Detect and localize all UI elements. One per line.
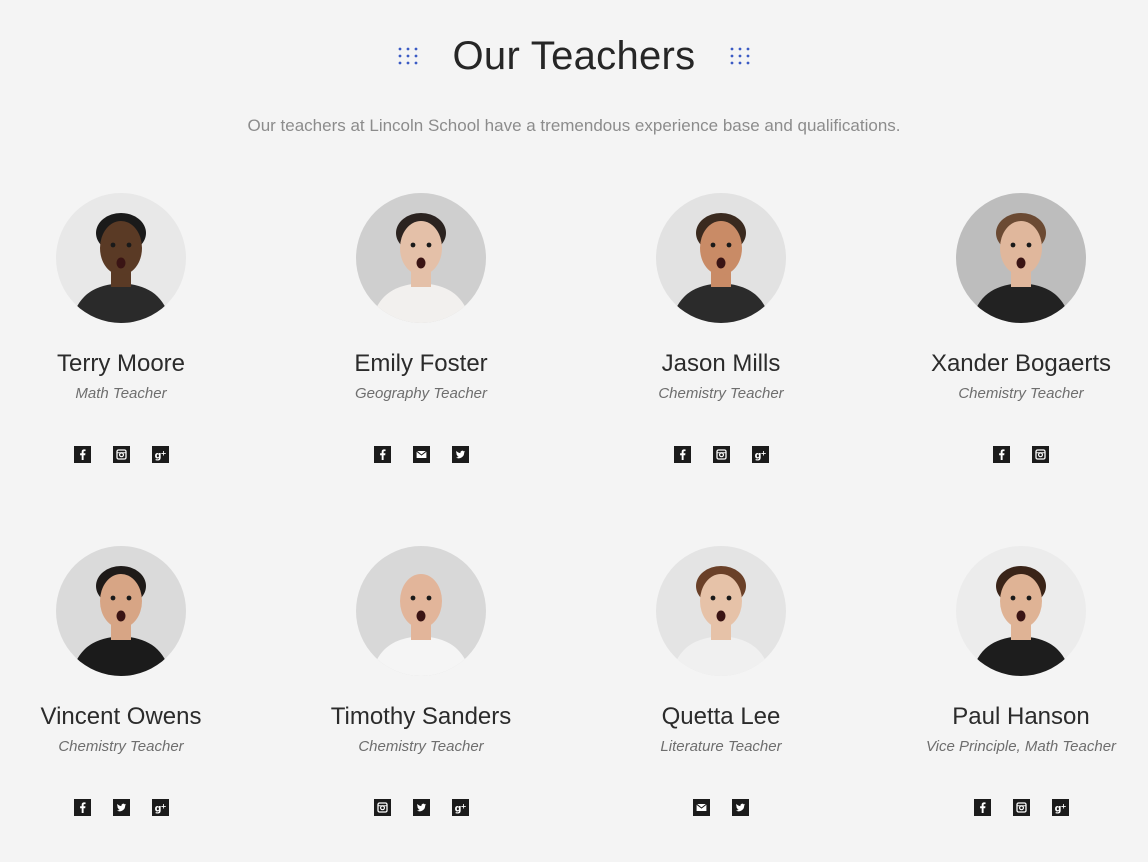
instagram-icon[interactable] (373, 799, 391, 816)
twitter-icon[interactable] (112, 799, 130, 816)
social-links: g + (571, 446, 871, 463)
teacher-role: Vice Principle, Math Teacher (925, 738, 1117, 755)
teacher-photo (656, 546, 786, 676)
teacher-name: Quetta Lee (661, 703, 781, 730)
teacher-role: Chemistry Teacher (58, 738, 184, 755)
teacher-photo (356, 193, 486, 323)
facebook-icon[interactable] (373, 446, 391, 463)
google-plus-icon[interactable]: g + (1051, 799, 1069, 816)
google-plus-icon[interactable]: g + (751, 446, 769, 463)
teacher-role: Chemistry Teacher (658, 385, 784, 402)
google-plus-icon[interactable]: g + (451, 799, 469, 816)
teacher-name: Emily Foster (354, 350, 488, 377)
teacher-card: Emily Foster Geography Teacher (271, 193, 571, 463)
instagram-icon[interactable] (1032, 446, 1049, 463)
facebook-icon[interactable] (993, 446, 1010, 463)
teacher-name: Jason Mills (661, 350, 781, 377)
svg-text:+: + (160, 803, 166, 811)
svg-text:+: + (460, 803, 466, 811)
teacher-card: Timothy Sanders Chemistry Teacher g + (271, 546, 571, 816)
teacher-card: Terry Moore Math Teacher g + (0, 193, 271, 463)
social-links (271, 446, 571, 463)
teacher-photo (356, 546, 486, 676)
social-links: g + (871, 799, 1148, 816)
social-links: g + (271, 799, 571, 816)
teacher-card: Jason Mills Chemistry Teacher g + (571, 193, 871, 463)
svg-text:+: + (760, 450, 766, 458)
teacher-name: Terry Moore (56, 350, 186, 377)
google-plus-icon[interactable]: g + (151, 446, 169, 463)
instagram-icon[interactable] (112, 446, 130, 463)
teachers-grid: Terry Moore Math Teacher g + Emily Foster Geo… (0, 0, 1148, 862)
facebook-icon[interactable] (673, 446, 691, 463)
teacher-role: Literature Teacher (660, 738, 782, 755)
teacher-role: Geography Teacher (354, 385, 488, 402)
twitter-icon[interactable] (732, 799, 749, 816)
facebook-icon[interactable] (973, 799, 991, 816)
teacher-card: Vincent Owens Chemistry Teacher g + (0, 546, 271, 816)
instagram-icon[interactable] (1012, 799, 1030, 816)
social-links: g + (0, 799, 271, 816)
svg-text:+: + (1060, 803, 1066, 811)
teacher-card: Quetta Lee Literature Teacher (571, 546, 871, 816)
teacher-role: Math Teacher (75, 385, 167, 402)
social-links: g + (0, 446, 271, 463)
email-icon[interactable] (693, 799, 710, 816)
facebook-icon[interactable] (73, 446, 91, 463)
social-links (871, 446, 1148, 463)
facebook-icon[interactable] (73, 799, 91, 816)
twitter-icon[interactable] (451, 446, 469, 463)
teacher-name: Paul Hanson (952, 703, 1090, 730)
google-plus-icon[interactable]: g + (151, 799, 169, 816)
teacher-name: Timothy Sanders (330, 703, 512, 730)
social-links (571, 799, 871, 816)
instagram-icon[interactable] (712, 446, 730, 463)
svg-text:+: + (160, 450, 166, 458)
email-icon[interactable] (412, 446, 430, 463)
twitter-icon[interactable] (412, 799, 430, 816)
teacher-card: Paul Hanson Vice Principle, Math Teacher g… (871, 546, 1148, 816)
teacher-photo (956, 193, 1086, 323)
teacher-role: Chemistry Teacher (358, 738, 484, 755)
teacher-name: Xander Bogaerts (930, 350, 1112, 377)
teacher-name: Vincent Owens (40, 703, 202, 730)
teacher-photo (656, 193, 786, 323)
teacher-card: Xander Bogaerts Chemistry Teacher (871, 193, 1148, 463)
teacher-role: Chemistry Teacher (958, 385, 1084, 402)
teacher-photo (956, 546, 1086, 676)
teacher-photo (56, 546, 186, 676)
teacher-photo (56, 193, 186, 323)
